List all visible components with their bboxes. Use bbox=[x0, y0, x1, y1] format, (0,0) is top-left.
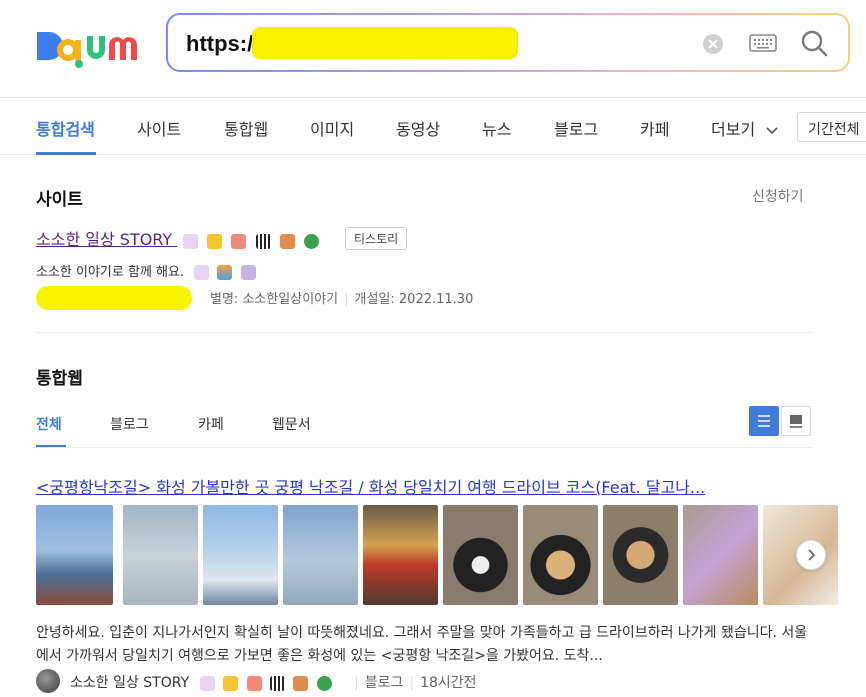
result-meta: | 블로그 | 18시간전 bbox=[354, 675, 477, 691]
tab-cafe[interactable]: 카페 bbox=[640, 116, 669, 140]
thumbnail-image[interactable] bbox=[36, 505, 113, 605]
tab-web[interactable]: 통합웹 bbox=[224, 116, 268, 140]
subtab-webdoc[interactable]: 웹문서 bbox=[272, 414, 311, 434]
rabbit-emoji-icon bbox=[194, 265, 210, 280]
rabbit-emoji-icon bbox=[199, 675, 215, 691]
list-view-button[interactable] bbox=[749, 406, 779, 436]
site-name-emojis bbox=[183, 231, 322, 250]
author-link[interactable]: 소소한 일상 STORY bbox=[70, 672, 336, 692]
thumbnail-image[interactable] bbox=[523, 505, 598, 605]
clover-emoji-icon bbox=[303, 234, 319, 249]
tistory-badge: 티스토리 bbox=[345, 227, 408, 250]
tab-news[interactable]: 뉴스 bbox=[482, 116, 511, 140]
thumbnail-image[interactable] bbox=[123, 505, 198, 605]
person-emoji-icon bbox=[240, 265, 256, 280]
tab-site[interactable]: 사이트 bbox=[137, 116, 181, 140]
thumbnail-image[interactable] bbox=[363, 505, 438, 605]
active-subtab-indicator bbox=[36, 445, 66, 447]
search-input[interactable]: https:/ bbox=[186, 31, 253, 57]
section-divider bbox=[36, 332, 811, 333]
tab-more[interactable]: 더보기 bbox=[711, 116, 778, 140]
subtab-cafe[interactable]: 카페 bbox=[198, 414, 224, 434]
search-tabs: 통합검색 사이트 통합웹 이미지 동영상 뉴스 블로그 카페 더보기 기간전체 bbox=[0, 98, 866, 155]
web-section-title: 통합웹 bbox=[36, 369, 83, 389]
thumbnail-image[interactable] bbox=[683, 505, 758, 605]
sunrise-emoji-icon bbox=[217, 265, 233, 280]
author-emojis bbox=[199, 675, 336, 691]
author-name: 소소한 일상 STORY bbox=[70, 675, 190, 691]
clear-icon[interactable] bbox=[702, 33, 724, 55]
header: https:/ bbox=[0, 0, 866, 98]
clover-emoji-icon bbox=[316, 675, 332, 691]
keyboard-icon[interactable] bbox=[749, 33, 777, 53]
tab-blog[interactable]: 블로그 bbox=[554, 116, 598, 140]
chevron-right-icon bbox=[808, 549, 816, 561]
web-subtabs: 전체 블로그 카페 웹문서 bbox=[36, 414, 811, 448]
chick-emoji-icon bbox=[207, 234, 223, 249]
thumbnail-image[interactable] bbox=[203, 505, 278, 605]
redacted-url-highlight bbox=[252, 27, 518, 59]
site-description: 소소한 이야기로 함께 해요. bbox=[36, 261, 260, 280]
thumbnail-image[interactable] bbox=[443, 505, 518, 605]
subtab-blog[interactable]: 블로그 bbox=[110, 414, 149, 434]
chick-emoji-icon bbox=[223, 675, 239, 691]
plant-emoji-icon bbox=[293, 675, 309, 691]
redacted-site-url bbox=[36, 286, 192, 310]
site-description-emojis bbox=[194, 265, 259, 280]
site-name-link[interactable]: 소소한 일상 STORY bbox=[36, 226, 323, 250]
next-thumbnails-button[interactable] bbox=[796, 540, 826, 570]
plant-emoji-icon bbox=[279, 234, 295, 249]
subtab-all[interactable]: 전체 bbox=[36, 414, 62, 434]
site-meta: 별명: 소소한일상이야기 | 개설일: 2022.11.30 bbox=[210, 292, 474, 307]
avatar[interactable] bbox=[36, 669, 60, 693]
search-box[interactable]: https:/ bbox=[166, 13, 850, 72]
card-view-button[interactable] bbox=[781, 406, 811, 436]
chevron-down-icon bbox=[766, 126, 778, 134]
palette-emoji-icon bbox=[231, 234, 247, 249]
rabbit-emoji-icon bbox=[183, 234, 199, 249]
period-select[interactable]: 기간전체 bbox=[797, 112, 866, 142]
palette-emoji-icon bbox=[246, 675, 262, 691]
thumbnail-image[interactable] bbox=[603, 505, 678, 605]
site-description-text: 소소한 이야기로 함께 해요. bbox=[36, 265, 185, 280]
site-alias: 별명: 소소한일상이야기 bbox=[210, 292, 339, 307]
result-source: 블로그 bbox=[364, 675, 404, 691]
piano-emoji-icon bbox=[269, 675, 285, 691]
tab-integrated[interactable]: 통합검색 bbox=[36, 116, 95, 140]
site-section-title: 사이트 bbox=[36, 190, 83, 210]
apply-link[interactable]: 신청하기 bbox=[752, 186, 804, 206]
result-title-link[interactable]: <궁평항낙조길> 화성 가볼만한 곳 궁평 낙조길 / 화성 당일치기 여행 드… bbox=[36, 474, 811, 498]
search-icon[interactable] bbox=[800, 29, 828, 57]
result-thumbnails bbox=[36, 505, 866, 605]
tab-image[interactable]: 이미지 bbox=[310, 116, 354, 140]
tab-more-label: 더보기 bbox=[711, 120, 756, 139]
daum-logo[interactable] bbox=[35, 24, 143, 68]
list-icon bbox=[758, 415, 770, 427]
site-name-label: 소소한 일상 STORY bbox=[36, 230, 173, 249]
result-snippet: 안녕하세요. 입춘이 지나가서인지 확실히 날이 따뜻해졌네요. 그래서 주말을… bbox=[36, 625, 808, 664]
card-icon bbox=[790, 415, 802, 428]
piano-emoji-icon bbox=[255, 234, 271, 249]
result-time: 18시간전 bbox=[420, 675, 477, 691]
thumbnail-image[interactable] bbox=[283, 505, 358, 605]
active-tab-indicator bbox=[36, 152, 96, 155]
tab-video[interactable]: 동영상 bbox=[396, 116, 440, 140]
site-open-date: 개설일: 2022.11.30 bbox=[354, 292, 474, 307]
